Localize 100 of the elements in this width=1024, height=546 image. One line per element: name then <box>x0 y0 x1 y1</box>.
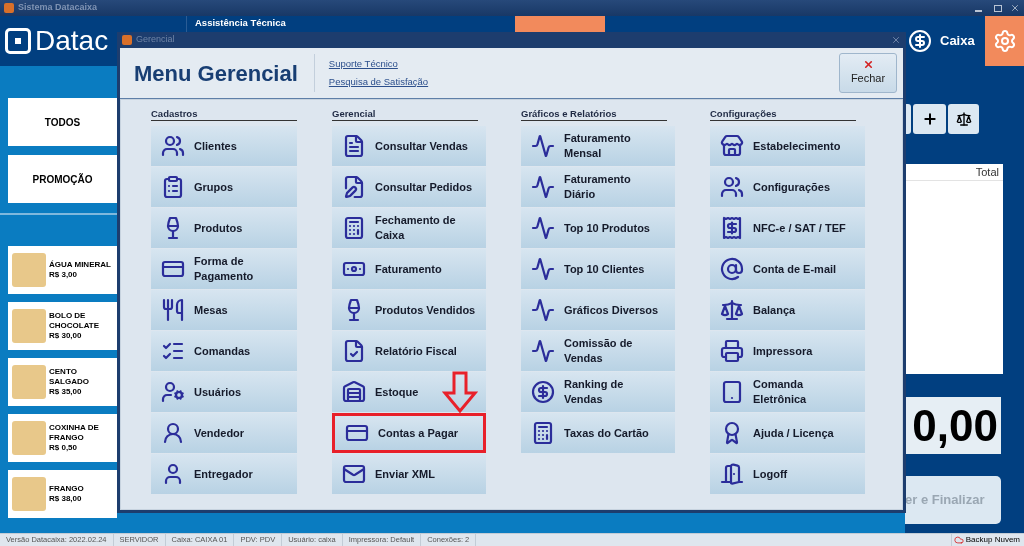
product-price: R$ 3,00 <box>49 270 79 280</box>
menu-button[interactable]: Enviar XML <box>332 454 486 494</box>
restore-icon[interactable] <box>994 4 1002 12</box>
menu-button[interactable]: Usuários <box>151 372 297 412</box>
support-link[interactable]: Suporte Técnico <box>328 57 429 72</box>
product-name: CENTO SALGADO <box>49 367 90 387</box>
menu-button[interactable]: Mesas <box>151 290 297 330</box>
product-name: COXINHA DE FRANGO <box>49 423 100 443</box>
product-name: ÁGUA MINERAL <box>49 260 111 270</box>
cloud-icon <box>953 535 964 545</box>
menu-button[interactable]: Ajuda / Licença <box>710 413 865 453</box>
menu-button[interactable]: Conta de E-mail <box>710 249 865 289</box>
plus-icon <box>921 111 938 127</box>
menu-button[interactable]: Forma de Pagamento <box>151 249 297 289</box>
product-card[interactable]: FRANGO R$ 38,00 <box>8 470 117 518</box>
menu-button[interactable]: Taxas do Cartão <box>521 413 675 453</box>
product-name: FRANGO <box>49 484 84 494</box>
header-link[interactable]: Assistência Técnica <box>195 17 515 28</box>
menu-button[interactable]: Estabelecimento <box>710 126 865 166</box>
line-chart-icon <box>531 257 555 281</box>
product-card[interactable]: BOLO DE CHOCOLATE R$ 30,00 <box>8 302 117 350</box>
column-heading: Gráficos e Relatórios <box>521 108 667 121</box>
menu-button[interactable]: Comandas <box>151 331 297 371</box>
printer-icon <box>720 339 744 363</box>
menu-button[interactable]: Configurações <box>710 167 865 207</box>
category-button[interactable]: TODOS <box>8 98 117 146</box>
add-button[interactable] <box>913 104 946 134</box>
cashier-label[interactable]: Caixa <box>940 31 975 51</box>
user-gear-icon <box>161 380 185 404</box>
logo-icon <box>5 28 31 54</box>
close-icon[interactable] <box>1010 3 1020 13</box>
app-icon <box>4 3 14 13</box>
product-photo <box>12 253 46 287</box>
person-icon <box>161 421 185 445</box>
product-photo <box>12 477 46 511</box>
product-card[interactable]: ÁGUA MINERAL R$ 3,00 <box>8 246 117 294</box>
menu-button[interactable]: Ranking de Vendas <box>521 372 675 412</box>
calculator-icon <box>531 421 555 445</box>
product-price: R$ 0,50 <box>49 443 79 453</box>
envelope-icon <box>342 462 366 486</box>
menu-button[interactable]: Faturamento <box>332 249 486 289</box>
users-icon <box>161 134 185 158</box>
menu-button[interactable]: Faturamento Diário <box>521 167 675 207</box>
support-link[interactable]: Pesquisa de Satisfação <box>328 74 429 89</box>
menu-button[interactable]: Fechamento de Caixa <box>332 208 486 248</box>
line-chart-icon <box>531 339 555 363</box>
menu-button[interactable]: Relatório Fiscal <box>332 331 486 371</box>
line-chart-icon <box>531 216 555 240</box>
menu-button[interactable]: Clientes <box>151 126 297 166</box>
column-heading: Gerencial <box>332 108 478 121</box>
calculator-icon <box>342 216 366 240</box>
menu-button[interactable]: Faturamento Mensal <box>521 126 675 166</box>
dollar-coin-icon <box>908 29 932 53</box>
menu-button[interactable]: Entregador <box>151 454 297 494</box>
menu-button[interactable]: Grupos <box>151 167 297 207</box>
close-icon[interactable] <box>891 35 901 45</box>
scale-icon <box>720 298 744 322</box>
menu-button[interactable]: Estoque <box>332 372 486 412</box>
annotation-arrow <box>442 371 478 413</box>
product-price: R$ 35,00 <box>49 387 83 397</box>
total-value: 0,00 <box>912 403 998 448</box>
document-check-icon <box>342 339 366 363</box>
menu-button[interactable]: Comissão de Vendas <box>521 331 675 371</box>
menu-button[interactable]: Consultar Pedidos <box>332 167 486 207</box>
settings-tile[interactable] <box>985 16 1024 66</box>
menu-button[interactable]: Produtos Vendidos <box>332 290 486 330</box>
close-button[interactable]: Fechar <box>839 53 897 93</box>
menu-button[interactable]: Balança <box>710 290 865 330</box>
menu-button[interactable]: Vendedor <box>151 413 297 453</box>
product-card[interactable]: COXINHA DE FRANGO R$ 0,50 <box>8 414 117 462</box>
menu-button[interactable]: Gráficos Diversos <box>521 290 675 330</box>
menu-button[interactable]: Top 10 Produtos <box>521 208 675 248</box>
dollar-coin-icon <box>531 380 555 404</box>
menu-button[interactable]: Consultar Vendas <box>332 126 486 166</box>
category-button[interactable]: PROMOÇÃO <box>8 155 117 203</box>
menu-button[interactable]: Impressora <box>710 331 865 371</box>
product-photo <box>12 309 46 343</box>
menu-button[interactable]: Logoff <box>710 454 865 494</box>
menu-button[interactable]: NFC-e / SAT / TEF <box>710 208 865 248</box>
line-chart-icon <box>531 298 555 322</box>
users-icon <box>720 175 744 199</box>
scale-icon <box>955 111 972 127</box>
receipt-icon <box>720 216 744 240</box>
menu-button[interactable]: Produtos <box>151 208 297 248</box>
scale-button[interactable] <box>948 104 979 134</box>
dialog-heading: Menu Gerencial <box>134 59 298 88</box>
dialog-title: Gerencial <box>136 33 175 47</box>
menu-button[interactable]: Top 10 Clientes <box>521 249 675 289</box>
menu-button[interactable]: Comanda Eletrônica <box>710 372 865 412</box>
document-icon <box>342 134 366 158</box>
dialog-icon <box>122 35 132 45</box>
warehouse-icon <box>342 380 366 404</box>
app-title: Sistema Datacaixa <box>18 1 98 15</box>
settings-icon <box>992 29 1017 53</box>
backup-label[interactable]: Backup Nuvem <box>965 534 1020 546</box>
clipboard-icon <box>161 175 185 199</box>
door-icon <box>720 462 744 486</box>
menu-button[interactable]: Contas a Pagar <box>332 413 486 453</box>
product-photo <box>12 421 46 455</box>
product-card[interactable]: CENTO SALGADO R$ 35,00 <box>8 358 117 406</box>
